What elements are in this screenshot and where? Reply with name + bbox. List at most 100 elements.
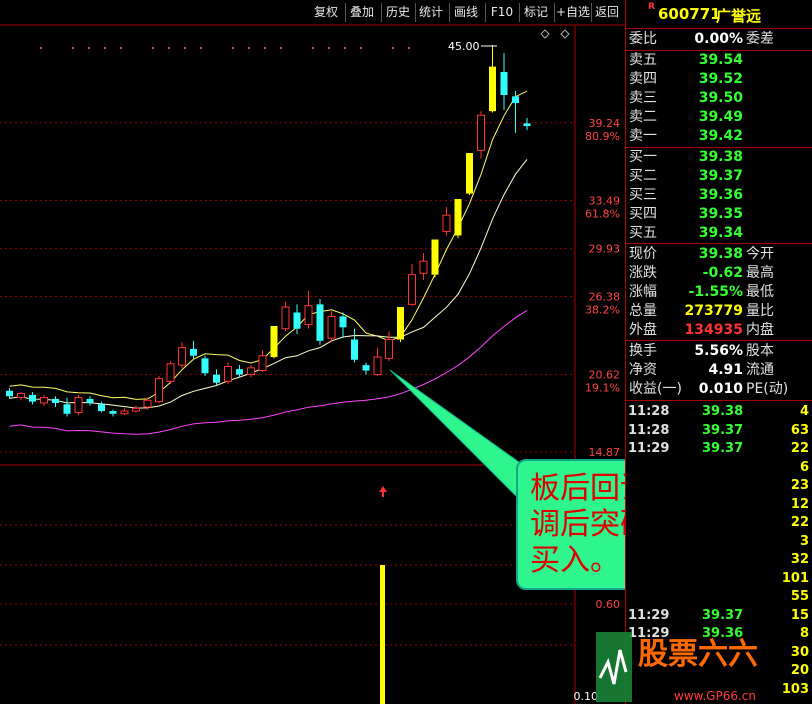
ask-row: 卖五 39.54: [626, 51, 812, 70]
row-label: 买二: [629, 168, 657, 184]
candle-body: [466, 153, 473, 194]
signal-dot: [344, 47, 346, 49]
row-label: 买一: [629, 149, 657, 165]
tick-time: 11:28: [628, 404, 670, 419]
signal-dot: [168, 47, 170, 49]
signal-dot: [152, 47, 154, 49]
tick-row: 11:29 39.37 22: [626, 439, 812, 458]
volume-panel: [379, 486, 387, 704]
candle-body: [373, 356, 382, 376]
pct-tick-label: 61.8%: [585, 207, 620, 220]
price-tick-label: 39.24: [589, 117, 621, 130]
ask-row: 卖四 39.52: [626, 70, 812, 89]
quote-panel: R 600771 广誉远 委比 0.00% 委差 卖五 39.54 卖四 39.52 卖…: [625, 0, 812, 704]
tick-volume: 23: [790, 478, 809, 493]
row-value: 39.37: [698, 168, 743, 184]
quote-row: 总量 273779 量比: [626, 302, 812, 321]
row-label: 总量: [629, 303, 657, 319]
signal-dot: [280, 47, 282, 49]
tick-row: 22: [626, 513, 812, 532]
row-value: 134935: [684, 322, 743, 338]
row-label: 现价: [629, 246, 657, 262]
tick-row: 11:28 39.37 63: [626, 421, 812, 440]
diamond-icon: [560, 29, 570, 39]
signal-dot: [120, 47, 122, 49]
pct-tick-label: 19.1%: [585, 381, 620, 394]
candle-body: [270, 325, 278, 358]
tick-time: 11:29: [628, 607, 670, 623]
tick-volume: 55: [790, 589, 809, 604]
tick-volume: 12: [790, 496, 809, 512]
weibi-row: 委比 0.00% 委差: [626, 30, 812, 49]
row-label: 涨跌: [629, 265, 657, 281]
row-value: 39.54: [698, 52, 743, 68]
callout-arrow: [389, 369, 531, 501]
signal-dot: [264, 47, 266, 49]
candle-body: [362, 365, 370, 371]
quote-row: 涨幅 -1.55% 最低: [626, 283, 812, 302]
signal-dot: [184, 47, 186, 49]
kline-chart[interactable]: 39.2480.9% 33.4961.8% 29.93 26.3838.2% 20.62…: [0, 0, 625, 704]
candle-body: [454, 198, 462, 236]
fundamental-row: 净资 4.91 流通: [626, 361, 812, 380]
quote-row: 外盘 134935 内盘: [626, 321, 812, 340]
row-label-2: 最高: [746, 265, 774, 281]
row-label: 净资: [629, 362, 657, 378]
row-value: 4.91: [708, 362, 743, 378]
weibi-value: 0.00%: [694, 31, 743, 47]
candle-body: [408, 274, 416, 305]
candle-body: [316, 304, 324, 341]
price-axis: 39.2480.9% 33.4961.8% 29.93 26.3838.2% 20.62…: [0, 24, 625, 704]
candle-body: [63, 404, 71, 414]
bid-row: 买四 39.35: [626, 205, 812, 224]
signal-dot: [232, 47, 234, 49]
row-label-2: 流通: [746, 362, 774, 378]
diamond-icon: [540, 29, 550, 39]
candle-body: [293, 312, 301, 329]
volume-tick-label: 0.10: [574, 690, 599, 703]
row-label: 卖五: [629, 52, 657, 68]
tick-volume: 22: [790, 441, 809, 456]
candle-body: [339, 316, 347, 328]
tick-row: 32: [626, 550, 812, 569]
r-mark: R: [648, 2, 655, 12]
row-label-2: 股本: [746, 343, 774, 359]
tick-volume: 101: [781, 570, 809, 586]
signal-dot: [312, 47, 314, 49]
signal-dot: [104, 47, 106, 49]
tick-row: 11:28 39.38 4: [626, 402, 812, 421]
signal-dot: [392, 47, 394, 49]
signal-dot: [328, 47, 330, 49]
row-label-2: 量比: [746, 303, 774, 319]
candle-body: [327, 316, 336, 339]
tick-volume: 6: [799, 459, 809, 475]
row-label: 卖四: [629, 71, 657, 87]
signal-dot: [360, 47, 362, 49]
candle-body: [397, 307, 404, 340]
tick-row: 11:29 39.37 15: [626, 606, 812, 625]
candle-body: [132, 407, 140, 412]
row-value: 39.52: [698, 71, 743, 87]
candle-body: [155, 378, 163, 403]
candle-body: [385, 338, 393, 359]
signal-dot: [200, 47, 202, 49]
candle-body: [17, 393, 25, 399]
row-label-2: 最低: [746, 284, 774, 300]
row-label: 收益(一): [629, 381, 682, 397]
tick-volume: 63: [790, 422, 809, 438]
candle-body: [120, 410, 129, 415]
tick-volume: 32: [790, 552, 809, 567]
price-tick-label: 33.49: [589, 194, 621, 207]
tick-row: 23: [626, 476, 812, 495]
row-value: 39.38: [698, 246, 743, 262]
candle-body: [224, 365, 232, 382]
tick-row: 12: [626, 495, 812, 514]
row-value: 39.50: [698, 90, 743, 106]
candle-body: [109, 411, 117, 414]
volume-bar: [380, 565, 385, 704]
row-value: -1.55%: [688, 284, 743, 300]
candle-body: [523, 123, 531, 127]
candle-body: [29, 394, 36, 402]
divider: [626, 400, 812, 401]
signal-dot: [72, 47, 74, 49]
